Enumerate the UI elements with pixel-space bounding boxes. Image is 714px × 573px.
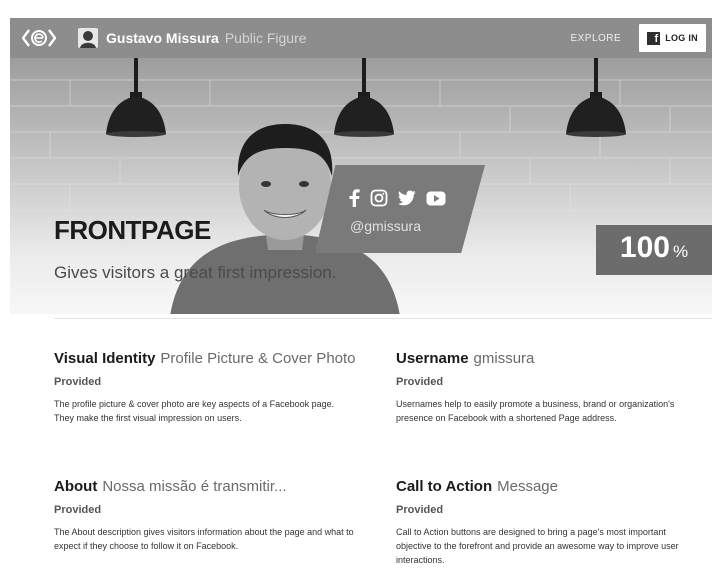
lamp-icon (106, 58, 166, 137)
page-category: Public Figure (224, 30, 307, 46)
score-badge: 100 % (596, 225, 712, 275)
avatar[interactable] (78, 28, 98, 48)
card-header: Call to Action Message (396, 478, 696, 495)
facebook-icon: f (647, 31, 661, 45)
social-icons (348, 188, 458, 208)
card-username: Username gmissura Provided Usernames help… (396, 350, 696, 425)
explore-link[interactable]: EXPLORE (570, 33, 621, 44)
card-description: Call to Action buttons are designed to b… (396, 527, 679, 565)
twitter-icon[interactable] (398, 190, 416, 206)
cover-photo: @gmissura FRONTPAGE Gives visitors a gre… (10, 58, 712, 314)
card-title: Username (396, 350, 469, 367)
card-title: About (54, 478, 98, 495)
card-title: Visual Identity (54, 350, 156, 367)
social-handle: @gmissura (350, 218, 422, 234)
card-call-to-action: Call to Action Message Provided Call to A… (396, 478, 696, 567)
card-status: Provided (54, 376, 102, 388)
card-visual-identity: Visual Identity Profile Picture & Cover P… (54, 350, 356, 425)
card-about: About Nossa missão é transmitir... Provid… (54, 478, 354, 553)
section-title: FRONTPAGE (54, 215, 211, 245)
card-title: Call to Action (396, 478, 493, 495)
card-value: Profile Picture & Cover Photo (160, 350, 356, 367)
score-unit: % (672, 242, 689, 261)
login-label: LOG IN (665, 33, 698, 43)
card-description: Usernames help to easily promote a busin… (396, 399, 675, 423)
page-name[interactable]: Gustavo Missura (106, 30, 219, 46)
divider (54, 318, 712, 319)
score-value: 100 (619, 231, 670, 264)
card-description: The profile picture & cover photo are ke… (54, 399, 335, 423)
page: Gustavo Missura Public Figure EXPLORE f … (0, 0, 714, 573)
logo-icon[interactable] (22, 27, 56, 49)
card-header: About Nossa missão é transmitir... (54, 478, 354, 495)
card-description: The About description gives visitors inf… (54, 527, 354, 551)
card-header: Visual Identity Profile Picture & Cover P… (54, 350, 356, 367)
card-value: Nossa missão é transmitir... (102, 478, 287, 495)
card-status: Provided (396, 376, 444, 388)
instagram-icon[interactable] (370, 189, 388, 207)
youtube-icon[interactable] (426, 191, 446, 206)
social-banner (315, 165, 485, 253)
card-header: Username gmissura (396, 350, 696, 367)
card-status: Provided (54, 504, 102, 516)
login-button[interactable]: f LOG IN (639, 24, 706, 52)
card-status: Provided (396, 504, 444, 516)
card-value: Message (497, 478, 558, 495)
top-bar: Gustavo Missura Public Figure EXPLORE f … (10, 18, 712, 58)
lamp-icon (566, 58, 626, 137)
section-subtitle: Gives visitors a great first impression. (54, 263, 337, 282)
facebook-icon[interactable] (348, 189, 360, 207)
card-value: gmissura (473, 350, 535, 367)
